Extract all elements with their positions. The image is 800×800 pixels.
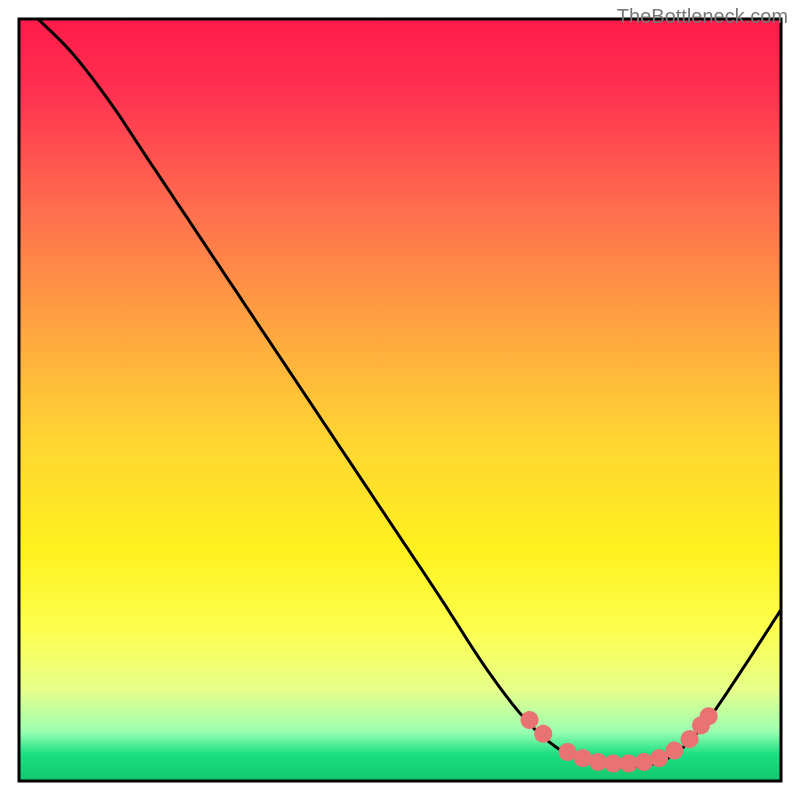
- data-marker: [665, 742, 683, 760]
- chart-svg: [0, 0, 800, 800]
- data-marker: [521, 711, 539, 729]
- data-marker: [589, 753, 607, 771]
- bottleneck-chart: TheBottleneck.com: [0, 0, 800, 800]
- data-marker: [681, 730, 699, 748]
- data-marker: [650, 749, 668, 767]
- watermark-text: TheBottleneck.com: [617, 6, 788, 29]
- data-marker: [574, 749, 592, 767]
- data-marker: [534, 725, 552, 743]
- data-marker: [635, 753, 653, 771]
- data-marker: [700, 707, 718, 725]
- plot-background: [19, 19, 781, 781]
- data-marker: [620, 754, 638, 772]
